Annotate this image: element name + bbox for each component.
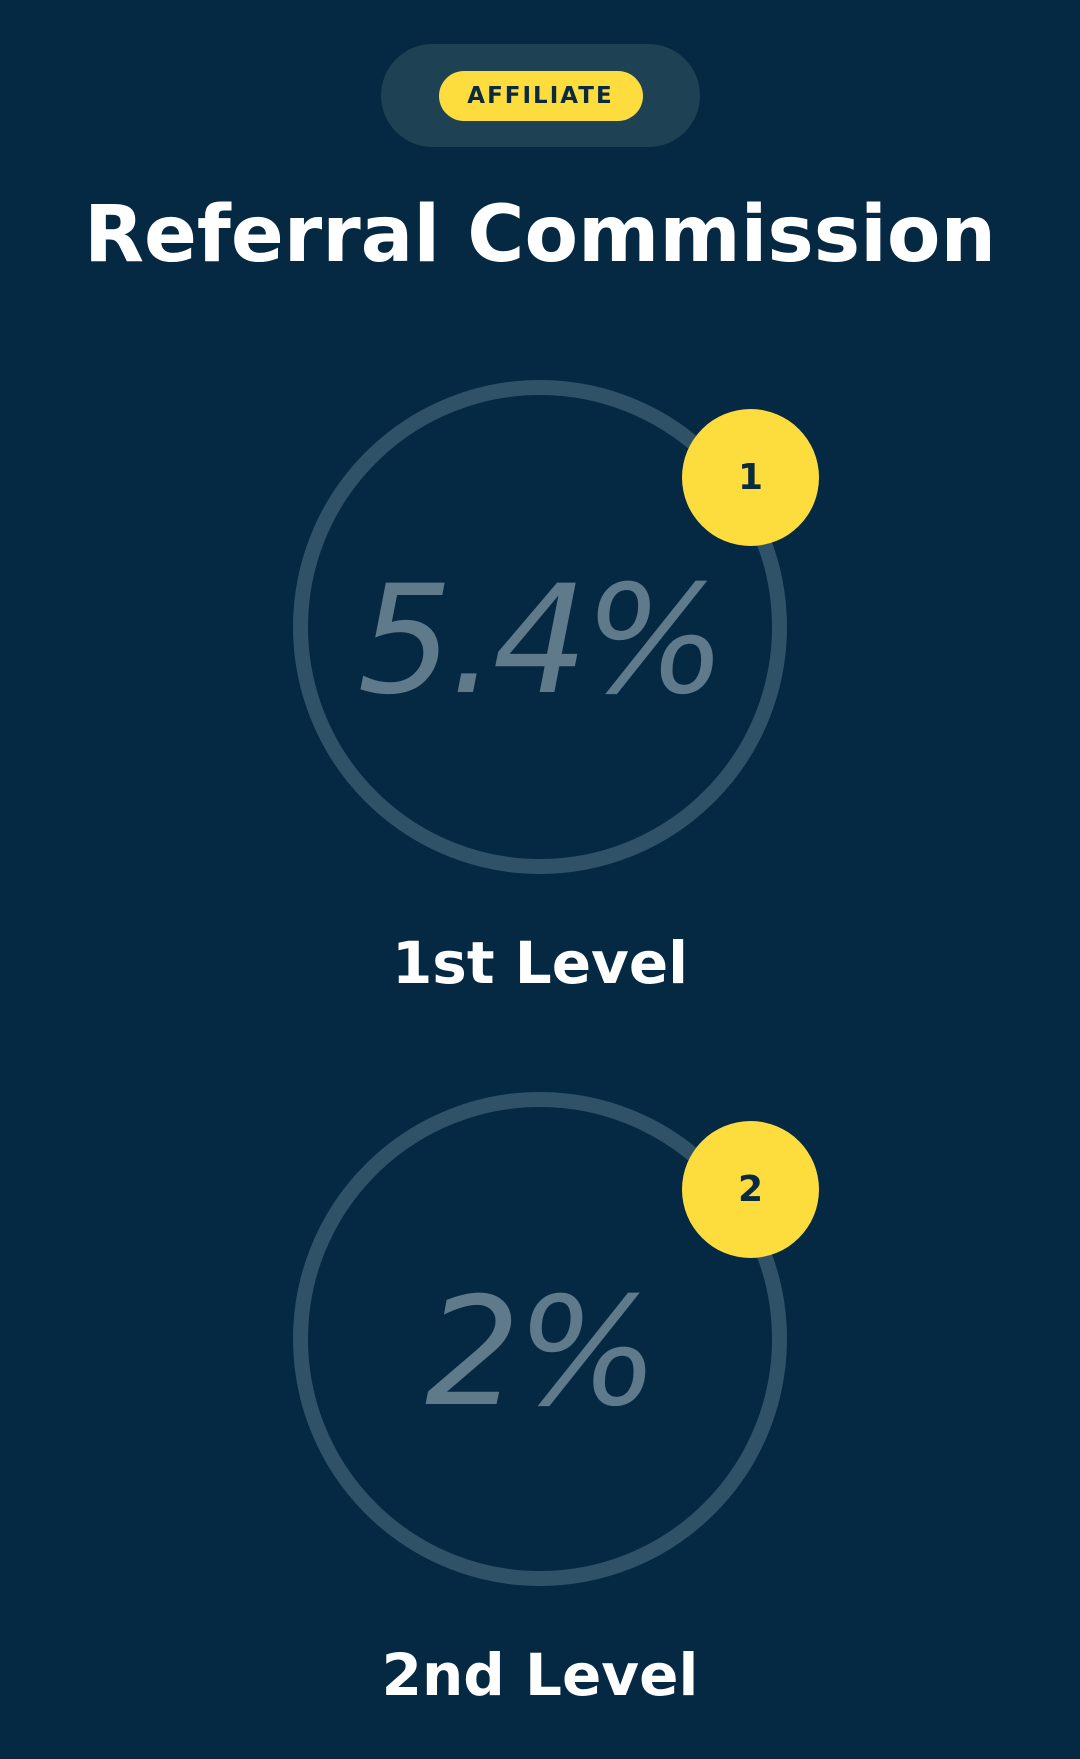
commission-level-1: 5.4% 1 1st Level [0,380,1080,1000]
level-label: 2nd Level [381,1641,699,1709]
commission-level-2: 2% 2 2nd Level [0,1092,1080,1712]
affiliate-badge-container: AFFILIATE [381,44,700,147]
level-number-badge: 1 [682,409,819,546]
level-label: 1st Level [391,929,689,997]
level-number-badge: 2 [682,1121,819,1258]
affiliate-badge: AFFILIATE [438,70,643,121]
page-title: Referral Commission [83,190,997,280]
